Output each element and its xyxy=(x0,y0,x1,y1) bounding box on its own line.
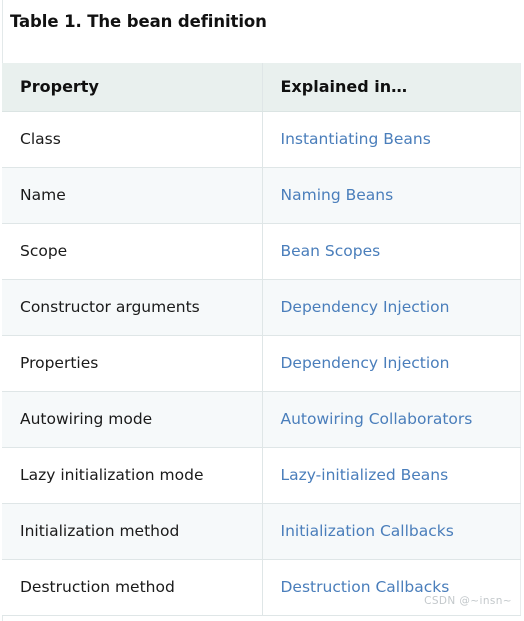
explained-in-cell: Lazy-initialized Beans xyxy=(262,447,521,504)
column-header-property: Property xyxy=(2,63,263,112)
table-body: Class Instantiating Beans Name Naming Beans… xyxy=(2,111,521,616)
explained-in-cell: Destruction Callbacks xyxy=(262,559,521,616)
table-row: Autowiring mode Autowiring Collaborators xyxy=(2,391,521,448)
table-row: Destruction method Destruction Callbacks xyxy=(2,559,521,616)
doc-link[interactable]: Bean Scopes xyxy=(281,242,381,260)
explained-in-cell: Autowiring Collaborators xyxy=(262,391,521,448)
explained-in-cell: Bean Scopes xyxy=(262,223,521,280)
doc-link[interactable]: Dependency Injection xyxy=(281,298,450,316)
table-row: Name Naming Beans xyxy=(2,167,521,224)
explained-in-cell: Instantiating Beans xyxy=(262,111,521,168)
property-cell: Scope xyxy=(2,223,263,280)
doc-link[interactable]: Destruction Callbacks xyxy=(281,578,450,596)
property-cell: Destruction method xyxy=(2,559,263,616)
column-header-explained-in: Explained in… xyxy=(262,63,521,112)
doc-link[interactable]: Lazy-initialized Beans xyxy=(281,466,449,484)
property-cell: Lazy initialization mode xyxy=(2,447,263,504)
explained-in-cell: Dependency Injection xyxy=(262,335,521,392)
table-row: Constructor arguments Dependency Injectio… xyxy=(2,279,521,336)
table-row: Lazy initialization mode Lazy-initialized… xyxy=(2,447,521,504)
table-row: Initialization method Initialization Call… xyxy=(2,503,521,560)
property-cell: Properties xyxy=(2,335,263,392)
doc-link[interactable]: Initialization Callbacks xyxy=(281,522,454,540)
doc-link[interactable]: Dependency Injection xyxy=(281,354,450,372)
doc-link[interactable]: Naming Beans xyxy=(281,186,394,204)
bean-definition-table: Property Explained in… Class Instantiatin… xyxy=(2,63,521,616)
property-cell: Constructor arguments xyxy=(2,279,263,336)
explained-in-cell: Naming Beans xyxy=(262,167,521,224)
table-row: Properties Dependency Injection xyxy=(2,335,521,392)
page-root: Table 1. The bean definition Property Ex… xyxy=(0,0,524,621)
table-header: Property Explained in… xyxy=(2,63,521,112)
page-title: Table 1. The bean definition xyxy=(10,12,267,31)
property-cell: Autowiring mode xyxy=(2,391,263,448)
property-cell: Name xyxy=(2,167,263,224)
doc-link[interactable]: Autowiring Collaborators xyxy=(281,410,473,428)
table-row: Scope Bean Scopes xyxy=(2,223,521,280)
explained-in-cell: Initialization Callbacks xyxy=(262,503,521,560)
table-header-row: Property Explained in… xyxy=(2,63,521,112)
explained-in-cell: Dependency Injection xyxy=(262,279,521,336)
property-cell: Initialization method xyxy=(2,503,263,560)
doc-link[interactable]: Instantiating Beans xyxy=(281,130,431,148)
table-row: Class Instantiating Beans xyxy=(2,111,521,168)
property-cell: Class xyxy=(2,111,263,168)
